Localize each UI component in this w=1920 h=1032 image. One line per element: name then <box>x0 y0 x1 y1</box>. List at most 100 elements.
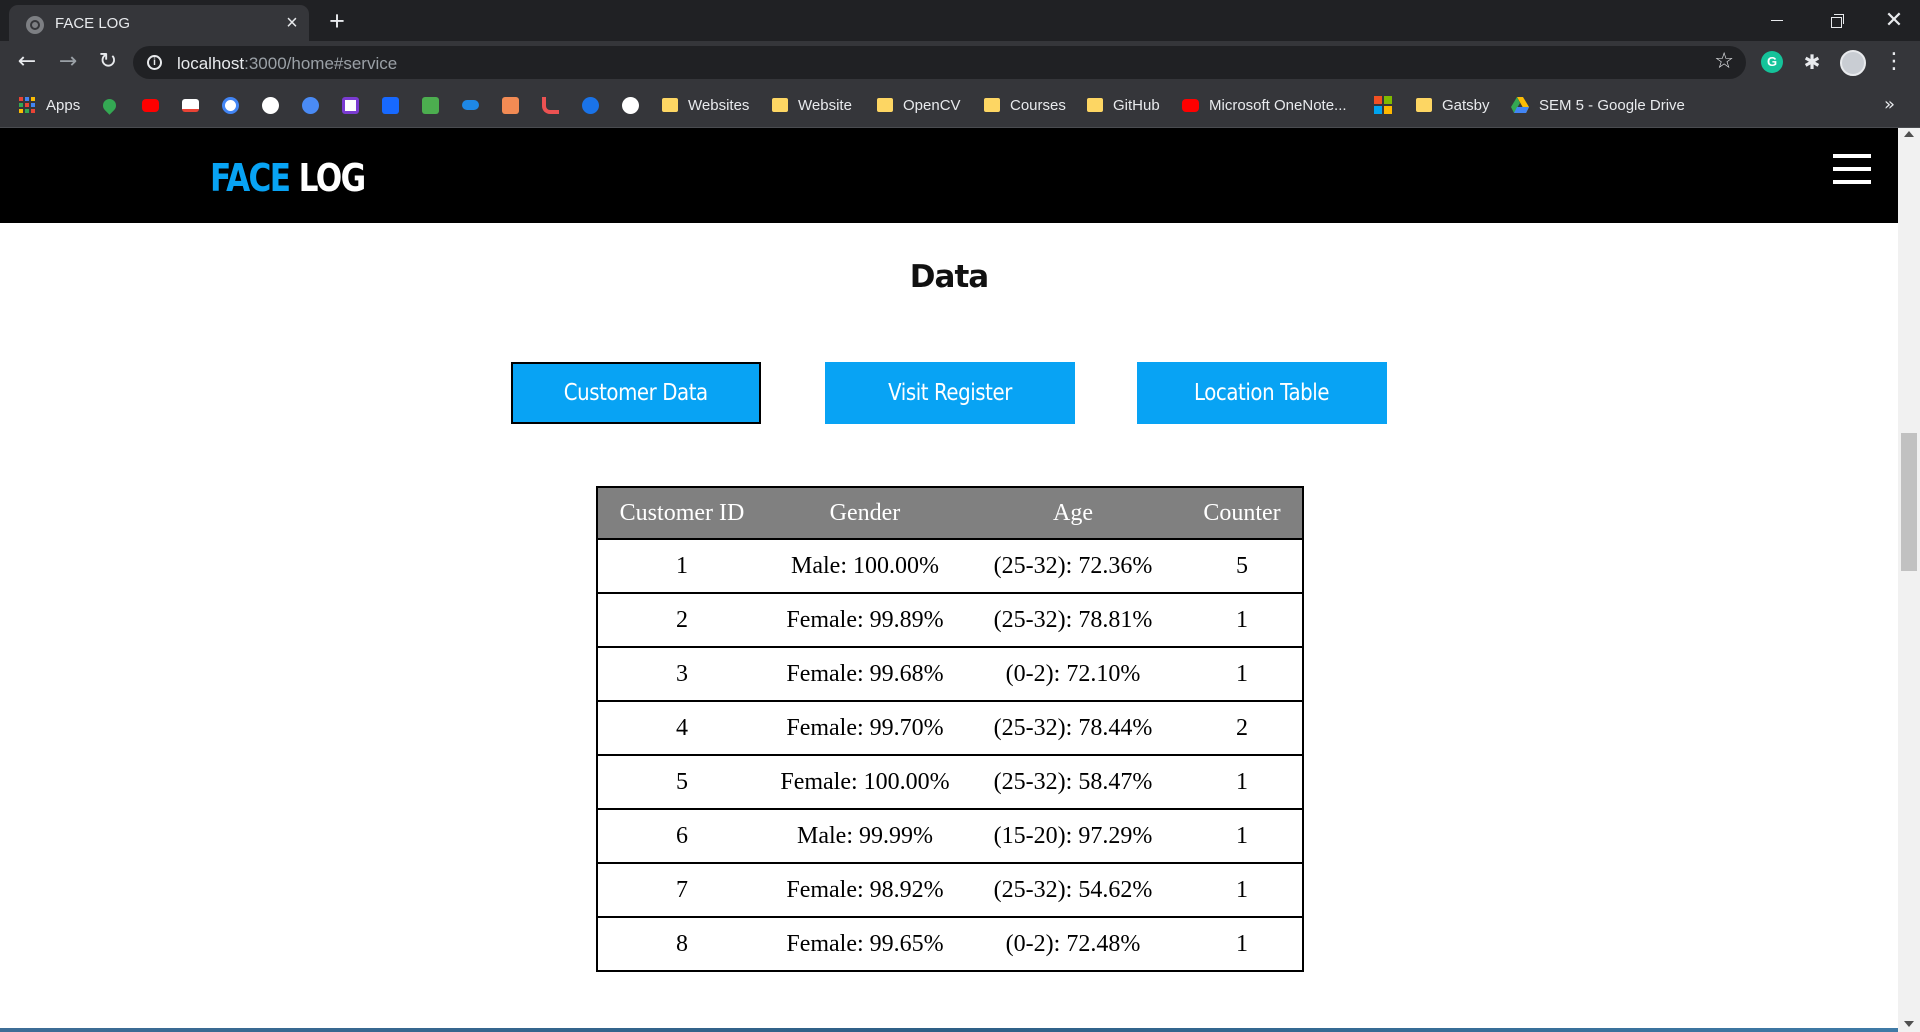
bookmark-apps[interactable]: Apps <box>19 94 80 116</box>
url-host: localhost <box>177 54 245 73</box>
bookmark-pinterest[interactable] <box>342 94 359 116</box>
column-header-age: Age <box>964 487 1182 540</box>
page-title: Data <box>909 259 989 295</box>
bookmarks-bar: Apps Websites Website OpenCV Courses Git… <box>0 82 1920 128</box>
cell-counter: 5 <box>1182 539 1303 594</box>
table-row: 5 Female: 100.00% (25-32): 58.47% 1 <box>597 755 1303 810</box>
table-row: 7 Female: 98.92% (25-32): 54.62% 1 <box>597 863 1303 918</box>
bookmark-websites[interactable]: Websites <box>662 94 749 116</box>
scroll-up-arrow-icon[interactable] <box>1904 131 1914 137</box>
bookmark-grammarly[interactable] <box>422 94 439 116</box>
bookmark-behance[interactable] <box>382 94 399 116</box>
p-logo-icon <box>342 96 359 114</box>
cell-customer-id: 6 <box>597 809 766 864</box>
close-window-button[interactable]: ✕ <box>1864 0 1920 40</box>
button-label: Location Table <box>1194 380 1330 406</box>
cell-age: (25-32): 72.36% <box>964 539 1182 594</box>
cell-age: (0-2): 72.48% <box>1005 930 1141 957</box>
table-header-row: Customer ID Gender Age Counter <box>597 487 1303 540</box>
bookmark-label: OpenCV <box>903 96 961 114</box>
bookmark-reddit[interactable] <box>302 94 319 116</box>
cell-age: (15-20): 97.29% <box>964 809 1182 864</box>
cell-counter: 2 <box>1182 701 1303 756</box>
visit-register-button[interactable]: Visit Register <box>825 362 1075 424</box>
github-icon <box>262 96 279 114</box>
bookmark-label: Gatsby <box>1442 96 1490 114</box>
bookmark-star-icon[interactable]: ☆ <box>1714 49 1734 74</box>
bookmark-label: GitHub <box>1113 96 1160 114</box>
restore-button[interactable] <box>1807 0 1867 40</box>
customer-data-button[interactable]: Customer Data <box>511 362 761 424</box>
site-header: FACE LOG <box>0 128 1898 223</box>
more-bookmarks-chevron-icon[interactable]: » <box>1884 94 1895 115</box>
logo-log: LOG <box>298 156 367 200</box>
page-scrollbar[interactable] <box>1898 128 1920 1032</box>
bookmark-website[interactable]: Website <box>772 94 852 116</box>
extensions-puzzle-icon[interactable]: ✱ <box>1801 51 1823 73</box>
bookmark-google[interactable] <box>222 94 239 116</box>
bookmark-github-icon[interactable] <box>262 94 279 116</box>
forward-arrow-icon[interactable]: → <box>52 46 84 78</box>
cell-customer-id: 7 <box>597 863 766 918</box>
play-icon <box>582 96 599 114</box>
bookmark-box[interactable] <box>502 94 519 116</box>
bookmark-udemy[interactable] <box>542 94 559 116</box>
cell-gender: Female: 99.89% <box>766 593 964 648</box>
bookmark-github[interactable]: GitHub <box>1087 94 1160 116</box>
bookmark-globe[interactable] <box>622 94 639 116</box>
site-logo[interactable]: FACE LOG <box>210 156 367 200</box>
hamburger-menu-icon[interactable] <box>1833 154 1871 184</box>
cell-gender: Male: 99.99% <box>766 809 964 864</box>
bookmark-play[interactable] <box>582 94 599 116</box>
url-path: :3000/home#service <box>244 54 398 73</box>
bookmark-sem5[interactable]: SEM 5 - Google Drive <box>1511 94 1685 116</box>
close-tab-icon[interactable]: × <box>281 12 303 34</box>
hamburger-bar <box>1833 180 1871 184</box>
youtube-icon <box>1182 98 1199 112</box>
back-arrow-icon[interactable]: ← <box>11 46 43 78</box>
cell-gender: Female: 100.00% <box>766 755 964 810</box>
browser-menu-icon[interactable]: ⋮ <box>1883 51 1905 73</box>
bookmark-onenote[interactable]: Microsoft OneNote... <box>1182 94 1347 116</box>
profile-avatar[interactable] <box>1840 50 1866 76</box>
folder-icon <box>1087 98 1103 112</box>
robot-icon <box>302 96 319 114</box>
close-icon: ✕ <box>1884 7 1904 33</box>
cell-gender: Female: 99.70% <box>766 701 964 756</box>
bookmark-maps[interactable] <box>100 94 119 116</box>
folder-icon <box>984 98 1000 112</box>
column-header-gender: Gender <box>766 487 964 540</box>
cell-age: (25-32): 78.81% <box>964 593 1182 648</box>
url-text[interactable]: localhost:3000/home#service <box>177 54 397 74</box>
green-g-icon <box>422 96 439 114</box>
box-icon <box>502 96 519 114</box>
bookmark-label: Microsoft OneNote... <box>1209 96 1347 114</box>
scroll-down-arrow-icon[interactable] <box>1904 1021 1914 1027</box>
minimize-button[interactable] <box>1747 0 1807 40</box>
bookmark-gmail[interactable] <box>182 94 199 116</box>
cell-counter: 1 <box>1182 809 1303 864</box>
restore-icon <box>1831 14 1844 28</box>
scrollbar-thumb[interactable] <box>1901 433 1917 571</box>
cell-gender: Female: 98.92% <box>766 863 964 918</box>
footer-edge <box>0 1028 1898 1032</box>
location-table-button[interactable]: Location Table <box>1137 362 1387 424</box>
cell-customer-id: 3 <box>597 647 766 702</box>
apps-grid-icon <box>19 96 35 113</box>
bookmark-opencv[interactable]: OpenCV <box>877 94 961 116</box>
bookmark-onedrive[interactable] <box>462 94 479 116</box>
bookmark-youtube[interactable] <box>142 94 159 116</box>
google-icon <box>222 96 239 114</box>
button-label: Visit Register <box>888 380 1012 406</box>
browser-tab[interactable]: FACE LOG × <box>9 5 309 41</box>
bookmark-courses[interactable]: Courses <box>984 94 1066 116</box>
bookmark-microsoft[interactable] <box>1374 94 1392 116</box>
reload-icon[interactable]: ↻ <box>92 46 124 78</box>
address-bar[interactable]: i localhost:3000/home#service ☆ <box>133 46 1746 79</box>
new-tab-button[interactable]: + <box>323 8 351 36</box>
browser-toolbar: ← → ↻ i localhost:3000/home#service ☆ G … <box>0 41 1920 82</box>
site-info-icon[interactable]: i <box>147 55 162 70</box>
grammarly-extension-icon[interactable]: G <box>1761 51 1783 73</box>
cell-age: (25-32): 54.62% <box>964 863 1182 918</box>
bookmark-gatsby[interactable]: Gatsby <box>1416 94 1490 116</box>
